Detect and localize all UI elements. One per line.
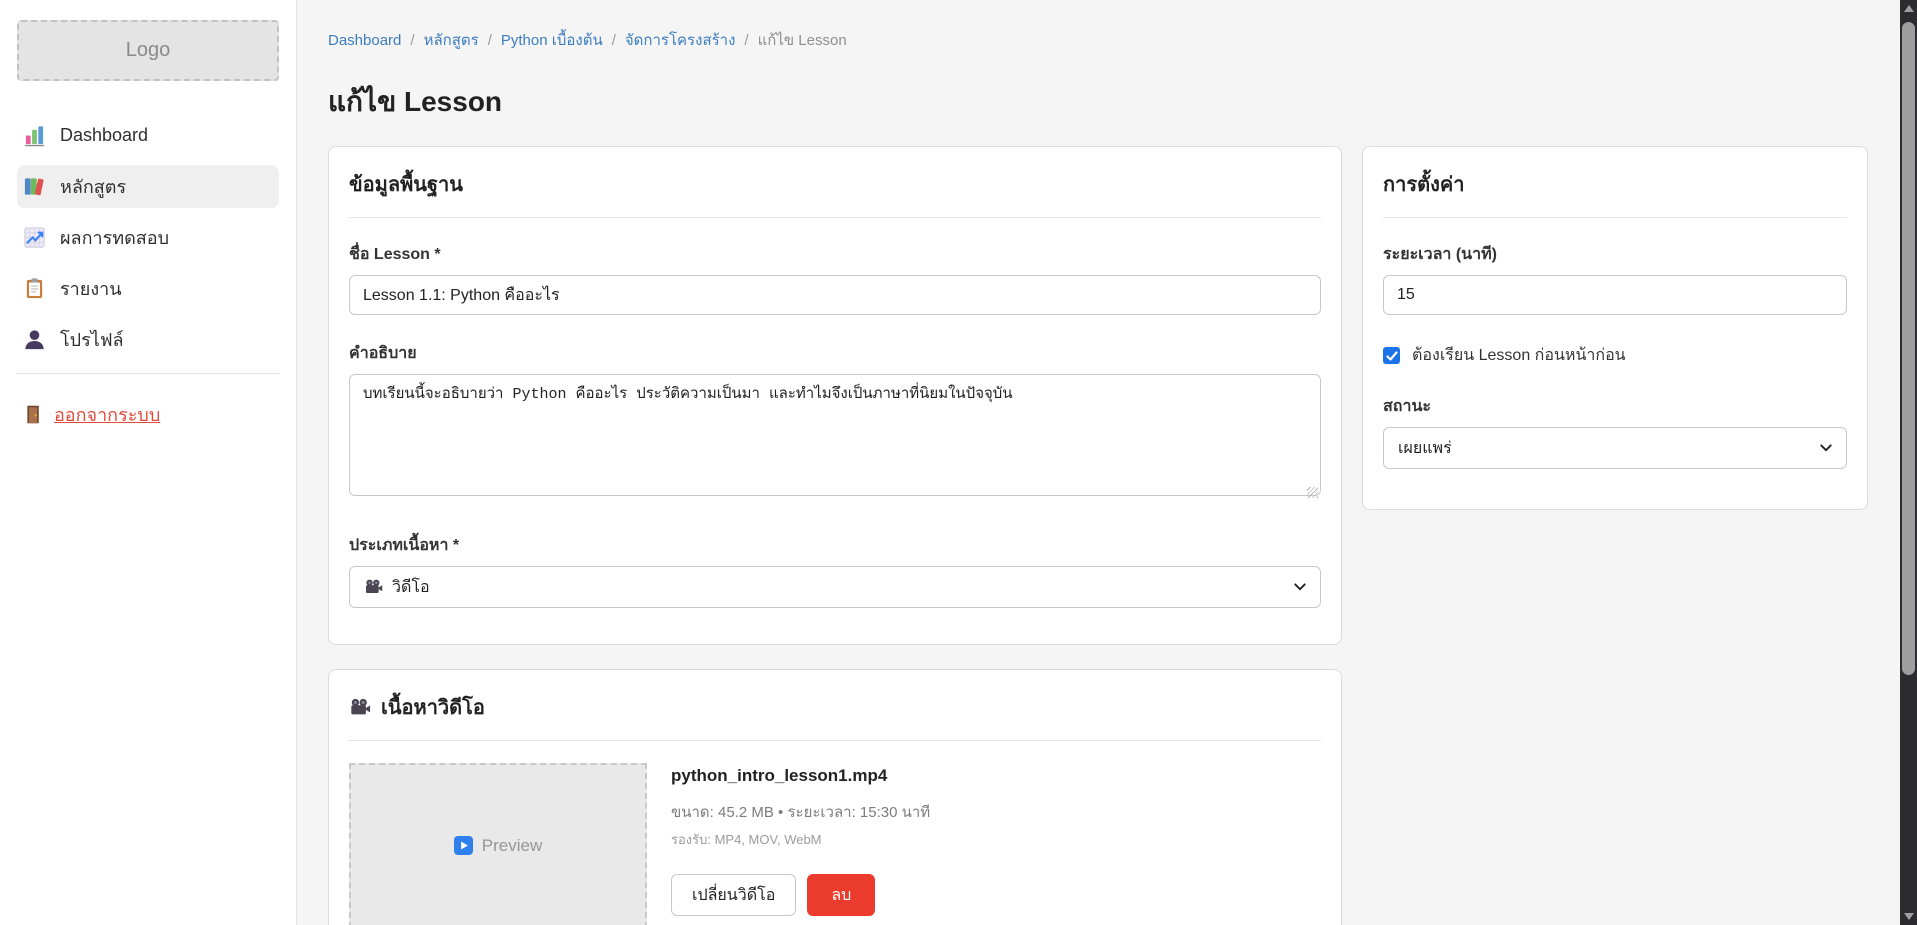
prerequisite-label[interactable]: ต้องเรียน Lesson ก่อนหน้าก่อน xyxy=(1412,343,1626,368)
video-card-title: เนื้อหาวิดีโอ xyxy=(349,694,1321,722)
sidebar-divider xyxy=(17,373,279,374)
lesson-name-label: ชื่อ Lesson * xyxy=(349,242,1321,267)
status-select[interactable]: เผยแพร่ xyxy=(1383,427,1847,469)
status-label: สถานะ xyxy=(1383,394,1847,419)
card-divider xyxy=(349,740,1321,741)
logout-link[interactable]: ออกจากระบบ xyxy=(23,400,296,429)
breadcrumb: Dashboard / หลักสูตร / Python เบื้องต้น … xyxy=(328,28,1900,52)
video-preview-box[interactable]: Preview xyxy=(349,763,647,925)
lesson-name-input[interactable] xyxy=(349,275,1321,315)
breadcrumb-separator: / xyxy=(410,32,414,49)
card-divider xyxy=(349,217,1321,218)
content-type-label: ประเภทเนื้อหา * xyxy=(349,533,1321,558)
description-label: คำอธิบาย xyxy=(349,341,1321,366)
change-video-button[interactable]: เปลี่ยนวิดีโอ xyxy=(671,874,796,916)
chart-increasing-icon xyxy=(23,226,46,249)
basic-info-card: ข้อมูลพื้นฐาน ชื่อ Lesson * คำอธิบาย บทเ… xyxy=(328,146,1342,645)
breadcrumb-separator: / xyxy=(612,32,616,49)
settings-card-title: การตั้งค่า xyxy=(1383,171,1847,199)
triangle-up-icon xyxy=(1904,5,1914,12)
preview-label: Preview xyxy=(482,836,542,856)
duration-label: ระยะเวลา (นาที) xyxy=(1383,242,1847,267)
card-divider xyxy=(1383,217,1847,218)
content-type-select[interactable]: วิดีโอ xyxy=(349,566,1321,608)
description-textarea-wrap: บทเรียนนี้จะอธิบายว่า Python คืออะไร ประ… xyxy=(349,374,1321,501)
logo-placeholder: Logo xyxy=(17,20,279,81)
sidebar-item-label: Dashboard xyxy=(60,125,148,146)
video-content-card: เนื้อหาวิดีโอ Preview python_intro_ xyxy=(328,669,1342,925)
sidebar-item-label: ผลการทดสอบ xyxy=(60,223,169,252)
breadcrumb-separator: / xyxy=(744,32,748,49)
prerequisite-checkbox[interactable] xyxy=(1383,347,1400,364)
chevron-down-icon xyxy=(1819,442,1833,454)
duration-input[interactable] xyxy=(1383,275,1847,315)
main-content: Dashboard / หลักสูตร / Python เบื้องต้น … xyxy=(297,0,1900,925)
content-type-value: วิดีโอ xyxy=(392,575,430,600)
page-title: แก้ไข Lesson xyxy=(328,85,1900,119)
breadcrumb-separator: / xyxy=(488,32,492,49)
basic-info-card-title: ข้อมูลพื้นฐาน xyxy=(349,171,1321,199)
logo-text: Logo xyxy=(126,39,171,62)
sidebar-item-label: หลักสูตร xyxy=(60,172,126,201)
video-file-name: python_intro_lesson1.mp4 xyxy=(671,766,930,786)
app-window: Logo Dashboard หลักสูตร xyxy=(0,0,1917,925)
video-card-title-text: เนื้อหาวิดีโอ xyxy=(381,694,485,722)
sidebar-item-test-results[interactable]: ผลการทดสอบ xyxy=(17,216,279,259)
breadcrumb-link-structure[interactable]: จัดการโครงสร้าง xyxy=(625,28,736,52)
video-info: python_intro_lesson1.mp4 ขนาด: 45.2 MB •… xyxy=(671,763,930,925)
movie-camera-icon xyxy=(364,578,383,597)
triangle-down-icon xyxy=(1904,913,1914,920)
checkmark-icon xyxy=(1386,350,1398,362)
breadcrumb-link-courses[interactable]: หลักสูตร xyxy=(424,28,479,52)
settings-card: การตั้งค่า ระยะเวลา (นาที) ต้องเรียน Les… xyxy=(1362,146,1868,510)
bar-chart-icon xyxy=(23,124,46,147)
play-icon xyxy=(454,836,473,855)
sidebar: Logo Dashboard หลักสูตร xyxy=(0,0,297,925)
scrollbar-down-arrow[interactable] xyxy=(1900,908,1917,925)
breadcrumb-link-course[interactable]: Python เบื้องต้น xyxy=(501,28,603,52)
delete-video-button[interactable]: ลบ xyxy=(807,874,875,916)
sidebar-item-dashboard[interactable]: Dashboard xyxy=(17,114,279,157)
vertical-scrollbar xyxy=(1900,0,1917,925)
books-icon xyxy=(23,175,46,198)
scrollbar-thumb[interactable] xyxy=(1902,22,1915,675)
breadcrumb-link-dashboard[interactable]: Dashboard xyxy=(328,32,401,49)
sidebar-item-reports[interactable]: รายงาน xyxy=(17,267,279,310)
sidebar-item-profile[interactable]: โปรไฟล์ xyxy=(17,318,279,361)
sidebar-item-label: รายงาน xyxy=(60,274,122,303)
clipboard-icon xyxy=(23,277,46,300)
sidebar-item-label: โปรไฟล์ xyxy=(60,325,124,354)
scrollbar-up-arrow[interactable] xyxy=(1900,0,1917,17)
video-meta-secondary: รองรับ: MP4, MOV, WebM xyxy=(671,829,930,850)
door-icon xyxy=(23,404,44,425)
prerequisite-row: ต้องเรียน Lesson ก่อนหน้าก่อน xyxy=(1383,343,1847,368)
person-icon xyxy=(23,328,46,351)
sidebar-item-courses[interactable]: หลักสูตร xyxy=(17,165,279,208)
video-meta-primary: ขนาด: 45.2 MB • ระยะเวลา: 15:30 นาที xyxy=(671,800,930,824)
logout-label: ออกจากระบบ xyxy=(54,400,160,429)
breadcrumb-current: แก้ไข Lesson xyxy=(758,28,847,52)
sidebar-nav: Dashboard หลักสูตร ผลการทดสอบ xyxy=(0,114,296,361)
movie-camera-icon xyxy=(349,697,371,719)
chevron-down-icon xyxy=(1293,581,1307,593)
description-textarea[interactable]: บทเรียนนี้จะอธิบายว่า Python คืออะไร ประ… xyxy=(349,374,1321,496)
status-value: เผยแพร่ xyxy=(1398,436,1452,461)
